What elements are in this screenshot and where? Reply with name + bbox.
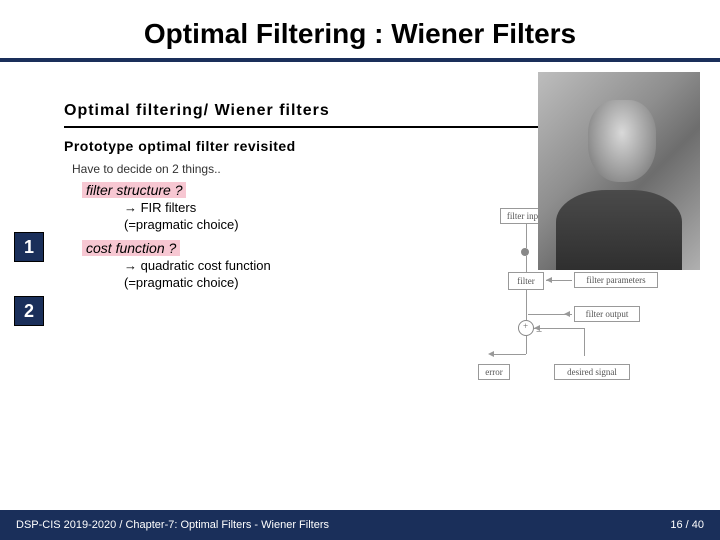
diagram-line — [584, 328, 585, 356]
diagram-filter-output-box: filter output — [574, 306, 640, 322]
diagram-node — [521, 248, 529, 256]
diagram-line — [526, 256, 527, 272]
portrait-image — [538, 72, 700, 270]
diagram-filter-parameters-box: filter parameters — [574, 272, 658, 288]
arrow-icon — [534, 325, 540, 331]
question-2-highlight: cost function ? — [82, 240, 180, 256]
diagram-desired-signal-box: desired signal — [554, 364, 630, 380]
arrow-icon — [564, 311, 570, 317]
diagram-error-box: error — [478, 364, 510, 380]
diagram-line — [492, 354, 526, 355]
callout-box-2: 2 — [14, 296, 44, 326]
diagram-line — [526, 336, 527, 354]
slide-footer: DSP-CIS 2019-2020 / Chapter-7: Optimal F… — [0, 510, 720, 540]
callout-column: 1 2 — [8, 78, 50, 482]
arrow-icon — [488, 351, 494, 357]
diagram-filter-box: filter — [508, 272, 544, 290]
diagram-line — [526, 316, 527, 320]
diagram-line — [526, 224, 527, 248]
slide-header: Optimal Filtering : Wiener Filters — [0, 0, 720, 62]
footer-page-number: 16 / 40 — [670, 519, 704, 531]
inner-divider — [64, 126, 606, 128]
question-1-highlight: filter structure ? — [82, 182, 186, 198]
slide-title: Optimal Filtering : Wiener Filters — [20, 18, 700, 50]
diagram-line — [534, 328, 584, 329]
diagram-line — [526, 290, 527, 318]
arrow-icon — [546, 277, 552, 283]
footer-text: DSP-CIS 2019-2020 / Chapter-7: Optimal F… — [16, 519, 329, 531]
diagram-plus-label: + — [523, 321, 528, 331]
callout-box-1: 1 — [14, 232, 44, 262]
